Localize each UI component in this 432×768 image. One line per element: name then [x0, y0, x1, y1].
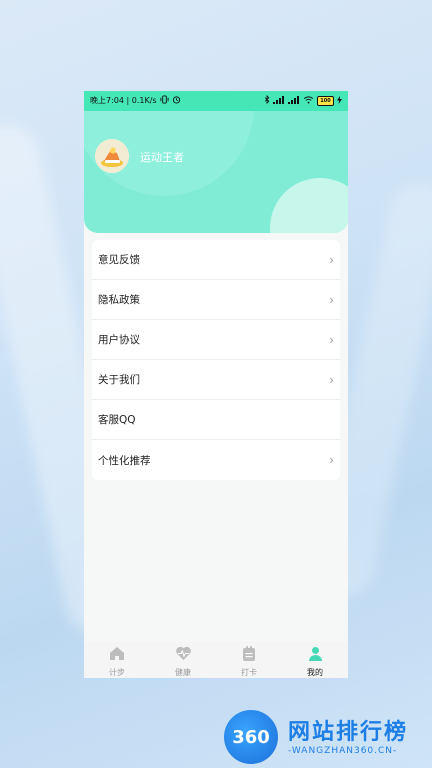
menu-item-about-us[interactable]: 关于我们 › — [92, 360, 340, 400]
tab-label: 健康 — [175, 668, 191, 677]
menu-item-feedback[interactable]: 意见反馈 › — [92, 240, 340, 280]
menu-item-label: 意见反馈 — [98, 254, 140, 266]
home-icon — [109, 646, 125, 665]
username: 运动王者 — [140, 151, 184, 164]
watermark-logo: 360 网站排行榜 -WANGZHAN360.CN- — [220, 706, 430, 766]
status-bar: 晚上7:04 | 0.1K/s 100 — [84, 91, 348, 111]
menu-item-personalized-recommendation[interactable]: 个性化推荐 › — [92, 440, 340, 480]
chevron-right-icon: › — [329, 372, 334, 387]
menu-item-user-agreement[interactable]: 用户协议 › — [92, 320, 340, 360]
charging-icon — [337, 95, 342, 107]
settings-menu: 意见反馈 › 隐私政策 › 用户协议 › 关于我们 › 客服QQ 个性化推荐 › — [92, 240, 340, 480]
tab-checkin[interactable]: 打卡 — [224, 642, 274, 678]
alarm-icon — [172, 95, 181, 107]
heart-pulse-icon — [175, 646, 192, 665]
chevron-right-icon: › — [329, 252, 334, 267]
vibrate-icon — [160, 95, 169, 107]
chevron-right-icon: › — [329, 453, 334, 467]
tab-mine[interactable]: 我的 — [290, 642, 340, 678]
menu-item-label: 用户协议 — [98, 334, 140, 346]
phone-screen: 晚上7:04 | 0.1K/s 100 运动王者 意见反馈 › 隐私政策 › 用… — [84, 91, 348, 678]
tab-label: 计步 — [109, 668, 125, 677]
avatar[interactable] — [95, 139, 129, 173]
bottom-tab-bar: 计步 健康 打卡 我的 — [84, 642, 348, 678]
menu-item-label: 个性化推荐 — [98, 454, 151, 467]
watermark-badge: 360 — [224, 710, 278, 764]
menu-item-label: 客服QQ — [98, 414, 136, 426]
menu-item-privacy-policy[interactable]: 隐私政策 › — [92, 280, 340, 320]
watermark-subtitle: -WANGZHAN360.CN- — [288, 746, 398, 756]
menu-item-label: 关于我们 — [98, 374, 140, 386]
wifi-icon — [303, 95, 314, 107]
chevron-right-icon: › — [329, 292, 334, 307]
menu-item-label: 隐私政策 — [98, 294, 140, 306]
status-time: 晚上7:04 | 0.1K/s — [90, 96, 157, 105]
tab-health[interactable]: 健康 — [158, 642, 208, 678]
tab-steps[interactable]: 计步 — [92, 642, 142, 678]
battery-icon: 100 — [317, 96, 334, 106]
tab-label: 我的 — [307, 668, 323, 677]
checkin-clipboard-icon — [242, 646, 256, 665]
tab-label: 打卡 — [241, 668, 257, 677]
decorative-bubble — [270, 178, 348, 233]
signal-icon — [288, 95, 300, 107]
signal-icon — [273, 95, 285, 107]
bluetooth-icon — [264, 94, 270, 107]
profile-header: 运动王者 — [84, 111, 348, 233]
watermark-title: 网站排行榜 — [288, 720, 409, 745]
menu-item-customer-service-qq[interactable]: 客服QQ — [92, 400, 340, 440]
user-icon — [308, 646, 323, 665]
chevron-right-icon: › — [329, 332, 334, 347]
